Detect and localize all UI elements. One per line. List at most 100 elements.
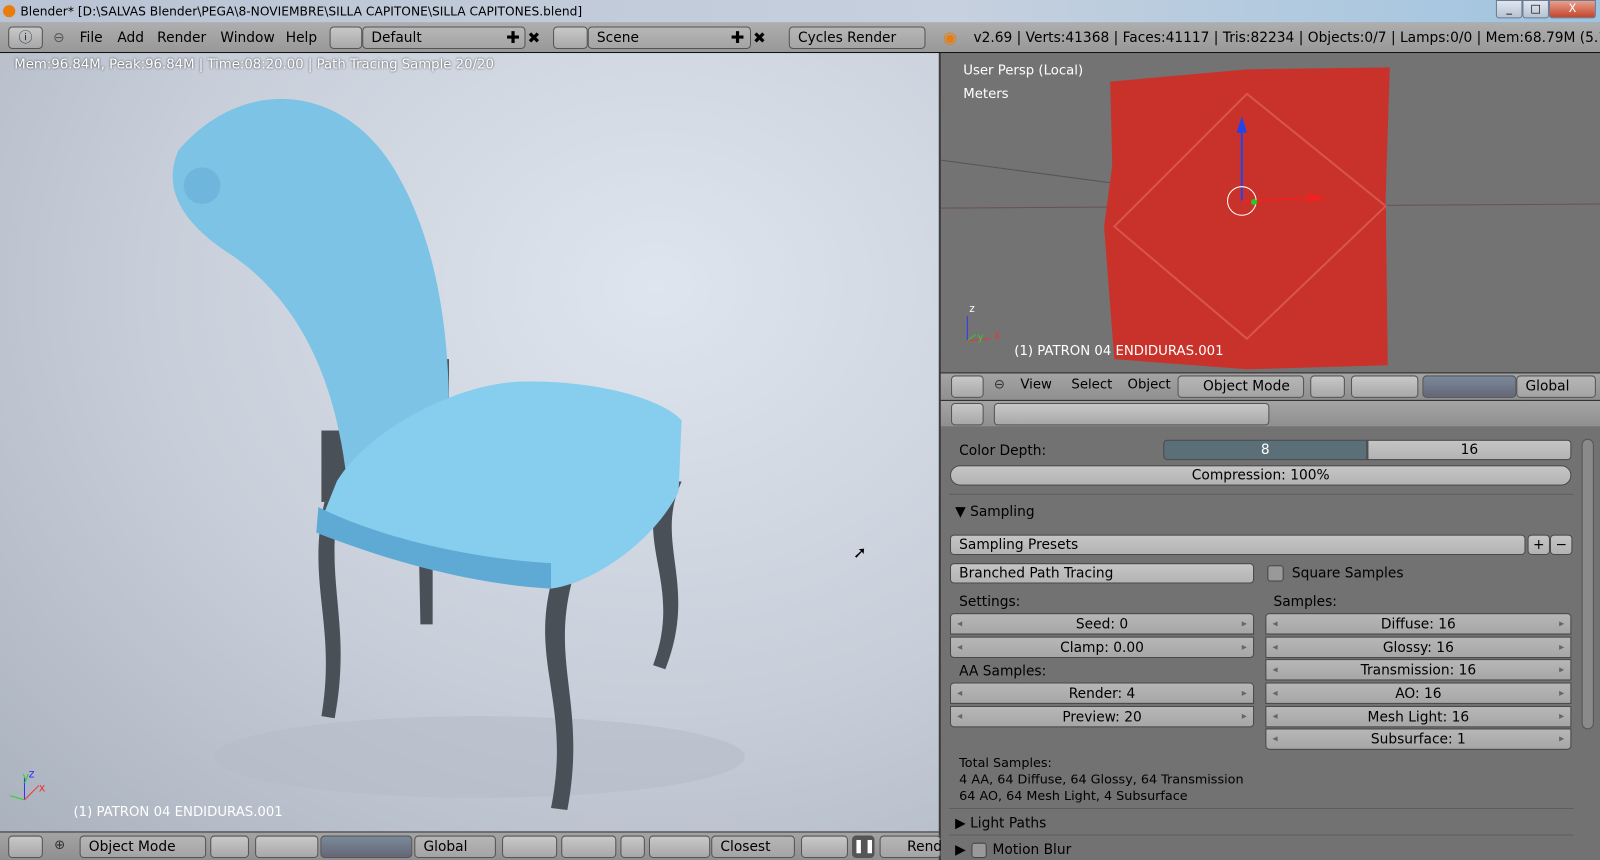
layers-1-icon[interactable] — [502, 835, 558, 858]
axis-y-label: y — [977, 332, 984, 344]
maximize-button[interactable]: □ — [1522, 0, 1549, 19]
lock-layers-icon[interactable] — [620, 835, 645, 858]
minimize-button[interactable]: _ — [1495, 0, 1523, 19]
clamp-field[interactable]: Clamp: 0.00 — [949, 636, 1255, 659]
orientation-select[interactable]: Global — [1516, 375, 1596, 398]
compression-slider[interactable]: Compression: 100% — [949, 465, 1572, 486]
aa-preview-field[interactable]: Preview: 20 — [949, 705, 1255, 728]
menu-render[interactable]: Render — [157, 22, 206, 53]
viewport-shading-icon[interactable] — [210, 835, 249, 858]
close-button[interactable]: X — [1548, 0, 1596, 19]
samples-label: Samples: — [1273, 593, 1337, 611]
axis-z-label: z — [28, 767, 35, 781]
render-viewport[interactable]: Mem:96.84M, Peak:96.84M | Time:08:20.00 … — [0, 53, 939, 832]
color-depth-label: Color Depth: — [959, 442, 1047, 460]
screen-layout-select[interactable]: Default — [362, 26, 526, 49]
remove-screen-icon[interactable]: ✖ — [528, 22, 541, 53]
sampling-panel-toggle[interactable]: ▼ Sampling — [955, 504, 1034, 520]
screen-layout-icon[interactable] — [329, 26, 363, 49]
window-title: Blender* [D:\SALVAS Blender\PEGA\8-NOVIE… — [20, 4, 583, 19]
axis-x-label: x — [993, 330, 1000, 342]
sampling-presets-select[interactable]: Sampling Presets — [949, 534, 1526, 555]
menu-file[interactable]: File — [80, 22, 103, 53]
square-samples-checkbox[interactable] — [1267, 565, 1284, 582]
active-object-label: (1) PATRON 04 ENDIDURAS.001 — [73, 804, 283, 821]
integrator-select[interactable]: Branched Path Tracing — [949, 563, 1255, 584]
subsurface-samples-field[interactable]: Subsurface: 1 — [1265, 728, 1572, 750]
ao-samples-field[interactable]: AO: 16 — [1265, 682, 1572, 704]
scene-stats: v2.69 | Verts:41368 | Faces:41117 | Tris… — [973, 29, 1600, 46]
transmission-samples-field[interactable]: Transmission: 16 — [1265, 659, 1572, 681]
editor-type-info-icon[interactable]: ⓘ — [8, 26, 43, 49]
viewport-header: ⊖ View Select Object Object Mode Global — [940, 372, 1600, 400]
light-paths-title: Light Paths — [970, 815, 1047, 832]
add-preset-icon[interactable]: + — [1527, 534, 1550, 555]
color-depth-16[interactable]: 16 — [1367, 439, 1572, 461]
layers-2-icon[interactable] — [561, 835, 617, 858]
pause-render-icon[interactable]: ❚❚ — [852, 835, 875, 858]
pivot-point-icon[interactable] — [1351, 375, 1419, 398]
aa-samples-label: AA Samples: — [959, 663, 1047, 680]
collapse-menu-icon[interactable]: ⊖ — [53, 22, 65, 53]
menu-add[interactable]: Add — [117, 22, 144, 53]
total-samples-line-2: 64 AO, 64 Mesh Light, 4 Subsurface — [959, 787, 1188, 803]
axis-x-label: x — [38, 781, 46, 795]
settings-label: Settings: — [959, 593, 1021, 611]
blender-logo-icon — [3, 5, 16, 18]
menu-view[interactable]: View — [1020, 377, 1051, 392]
total-samples-line-1: 4 AA, 64 Diffuse, 64 Glossy, 64 Transmis… — [959, 771, 1244, 787]
pivot-point-icon[interactable] — [255, 835, 319, 858]
3d-viewport[interactable]: User Persp (Local) Meters z x y (1) PATR… — [940, 53, 1600, 373]
diffuse-samples-field[interactable]: Diffuse: 16 — [1265, 613, 1572, 635]
snap-target-select[interactable]: Closest — [711, 835, 795, 858]
remove-preset-icon[interactable]: − — [1549, 534, 1573, 555]
total-samples-label: Total Samples: — [959, 754, 1052, 771]
mouse-cursor-icon: ➚ — [853, 542, 867, 563]
axis-z-label: z — [969, 304, 975, 316]
object-mode-select[interactable]: Object Mode — [79, 835, 207, 858]
scene-select[interactable]: Scene — [587, 26, 752, 49]
color-depth-8[interactable]: 8 — [1163, 439, 1368, 461]
menu-help[interactable]: Help — [286, 22, 317, 53]
render-button[interactable]: Rend — [879, 835, 942, 858]
snap-icon[interactable] — [648, 835, 711, 858]
sampling-title: Sampling — [970, 503, 1035, 521]
render-engine-select[interactable]: Cycles Render — [788, 26, 926, 49]
cushion-mesh — [940, 67, 1600, 370]
motion-blur-checkbox[interactable] — [971, 842, 987, 858]
editor-type-3dview-icon[interactable] — [951, 375, 984, 398]
menu-object[interactable]: Object — [1128, 377, 1171, 392]
motion-blur-title: Motion Blur — [992, 841, 1072, 858]
menu-window[interactable]: Window — [220, 22, 274, 53]
orientation-select[interactable]: Global — [414, 835, 496, 858]
properties-context-tabs[interactable] — [993, 402, 1270, 426]
chair-render — [172, 98, 745, 811]
mesh-light-samples-field[interactable]: Mesh Light: 16 — [1265, 705, 1572, 728]
active-object-label: (1) PATRON 04 ENDIDURAS.001 — [1014, 343, 1224, 360]
render-view-header: ⊕ Object Mode Global Closest ❚❚ Rend — [0, 831, 942, 860]
aa-render-field[interactable]: Render: 4 — [949, 682, 1255, 704]
expand-menu-icon[interactable]: ⊕ — [54, 838, 65, 853]
add-screen-icon[interactable]: ✚ — [506, 22, 520, 53]
collapse-menu-icon[interactable]: ⊖ — [994, 377, 1005, 392]
viewport-shading-icon[interactable] — [1310, 375, 1345, 398]
editor-type-properties-icon[interactable] — [951, 402, 984, 426]
light-paths-panel-toggle[interactable]: ▶ Light Paths — [955, 815, 1046, 831]
menu-select[interactable]: Select — [1071, 377, 1112, 392]
square-samples-label: Square Samples — [1291, 565, 1404, 582]
add-scene-icon[interactable]: ✚ — [731, 22, 745, 53]
seed-field[interactable]: Seed: 0 — [949, 613, 1255, 635]
manipulator-icons[interactable] — [320, 835, 413, 858]
opengl-render-icon[interactable] — [801, 835, 848, 858]
properties-panel: Color Depth: 8 16 Compression: 100% ▼ Sa… — [940, 426, 1600, 860]
blender-logo-icon: ◉ — [942, 27, 958, 47]
properties-header — [940, 399, 1600, 427]
remove-scene-icon[interactable]: ✖ — [753, 22, 766, 53]
glossy-samples-field[interactable]: Glossy: 16 — [1265, 636, 1572, 659]
scene-icon[interactable] — [553, 26, 588, 49]
object-mode-select[interactable]: Object Mode — [1177, 375, 1305, 398]
editor-type-3dview-icon[interactable] — [8, 835, 43, 858]
manipulator-icons[interactable] — [1422, 375, 1517, 398]
properties-scrollbar[interactable] — [1581, 438, 1594, 730]
motion-blur-panel-toggle[interactable]: ▶ Motion Blur — [955, 842, 1071, 858]
